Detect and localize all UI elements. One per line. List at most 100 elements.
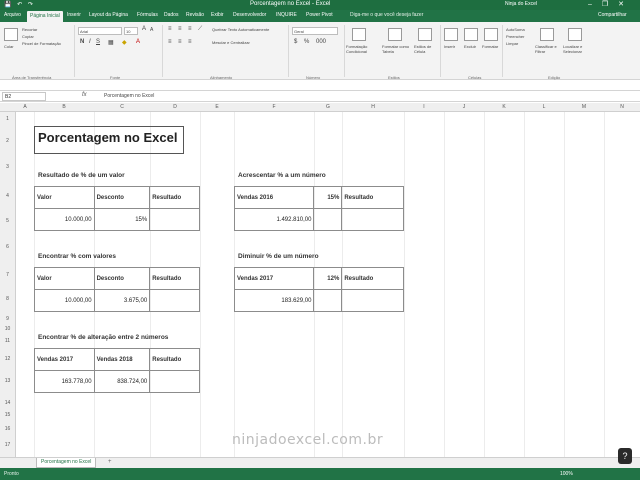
row-header[interactable]: 17	[0, 442, 15, 448]
tab-exibir[interactable]: Exibir	[211, 12, 224, 18]
align-right-icon[interactable]: ≡	[188, 39, 192, 45]
tab-dados[interactable]: Dados	[164, 12, 178, 18]
header-cell[interactable]: 15%	[313, 186, 343, 209]
table-cell[interactable]: 10.000,00	[34, 208, 95, 231]
header-cell[interactable]: Desconto	[93, 186, 151, 209]
table-cell[interactable]: 838.724,00	[93, 370, 151, 393]
currency-icon[interactable]: $	[294, 39, 297, 45]
row-header[interactable]: 2	[0, 138, 15, 144]
shrink-font-icon[interactable]: A	[150, 27, 153, 33]
cell-styles-button[interactable]: Estilos de Célula	[414, 44, 440, 54]
header-cell[interactable]: Vendas 2017	[34, 348, 95, 371]
cut-button[interactable]: Recortar	[22, 27, 37, 32]
table-cell[interactable]: 1.492.810,00	[233, 208, 315, 231]
quick-access-toolbar[interactable]: 💾 ↶ ↷	[4, 1, 35, 8]
tab-formulas[interactable]: Fórmulas	[137, 12, 158, 18]
table-cell[interactable]	[341, 208, 404, 231]
comma-style-icon[interactable]: 000	[316, 39, 326, 45]
column-header[interactable]: N	[604, 104, 640, 110]
row-header[interactable]: 7	[0, 272, 15, 278]
number-format-dropdown[interactable]: Geral	[292, 27, 338, 35]
column-header[interactable]: B	[34, 104, 94, 110]
cell-styles-icon[interactable]	[418, 28, 432, 41]
underline-icon[interactable]: S	[96, 39, 100, 45]
conditional-format-button[interactable]: Formatação Condicional	[346, 44, 380, 54]
table-cell[interactable]: 10.000,00	[34, 289, 95, 312]
paste-label[interactable]: Colar	[4, 44, 14, 49]
column-header[interactable]: F	[234, 104, 314, 110]
find-select-icon[interactable]	[568, 28, 582, 41]
share-button[interactable]: Compartilhar	[598, 12, 627, 18]
fill-button[interactable]: Preencher	[506, 34, 524, 39]
format-table-button[interactable]: Formatar como Tabela	[382, 44, 412, 54]
row-header[interactable]: 1	[0, 116, 15, 122]
paste-icon[interactable]	[4, 28, 18, 41]
header-cell[interactable]: Desconto	[93, 267, 151, 290]
formula-input[interactable]: Porcentagem no Excel	[104, 93, 154, 99]
align-middle-icon[interactable]: ≡	[178, 26, 182, 32]
copy-button[interactable]: Copiar	[22, 34, 34, 39]
align-top-icon[interactable]: ≡	[168, 26, 172, 32]
column-header[interactable]: I	[404, 104, 444, 110]
insert-cells-button[interactable]: Inserir	[444, 44, 455, 49]
column-header[interactable]: H	[342, 104, 404, 110]
row-header[interactable]: 11	[0, 338, 15, 344]
borders-icon[interactable]: ▦	[108, 39, 114, 46]
tab-revisao[interactable]: Revisão	[186, 12, 204, 18]
header-cell[interactable]: Resultado	[149, 186, 200, 209]
font-size-dropdown[interactable]: 10	[124, 27, 138, 35]
row-header[interactable]: 9	[0, 316, 15, 322]
tab-inquire[interactable]: INQUIRE	[276, 12, 297, 18]
orientation-icon[interactable]: ⟋	[198, 26, 202, 33]
row-header[interactable]: 10	[0, 326, 15, 332]
table-cell[interactable]: 15%	[93, 208, 151, 231]
tell-me-search[interactable]: Diga-me o que você deseja fazer	[350, 12, 423, 18]
header-cell[interactable]: Vendas 2017	[233, 267, 315, 290]
table-cell[interactable]	[149, 289, 200, 312]
align-center-icon[interactable]: ≡	[178, 39, 182, 45]
sheet-tab[interactable]: Porcentagem no Excel	[36, 458, 97, 468]
row-header[interactable]: 15	[0, 412, 15, 418]
add-sheet-icon[interactable]: +	[108, 459, 112, 465]
autosum-button[interactable]: AutoSoma	[506, 27, 525, 32]
tab-power-pivot[interactable]: Power Pivot	[306, 12, 333, 18]
tab-desenvolvedor[interactable]: Desenvolvedor	[233, 12, 266, 18]
column-header[interactable]: K	[484, 104, 524, 110]
row-header[interactable]: 4	[0, 193, 15, 199]
delete-cells-icon[interactable]	[464, 28, 478, 41]
tab-inserir[interactable]: Inserir	[67, 12, 81, 18]
column-header[interactable]: L	[524, 104, 564, 110]
column-header[interactable]: C	[94, 104, 150, 110]
window-controls[interactable]: –❐✕	[588, 0, 634, 8]
row-header[interactable]: 16	[0, 426, 15, 432]
format-cells-icon[interactable]	[484, 28, 498, 41]
tab-pagina-inicial[interactable]: Página Inicial	[27, 11, 63, 22]
help-icon[interactable]: ?	[618, 448, 632, 464]
table-cell[interactable]	[149, 208, 200, 231]
format-painter-button[interactable]: Pincel de Formatação	[22, 41, 61, 46]
align-bottom-icon[interactable]: ≡	[188, 26, 192, 32]
sort-filter-icon[interactable]	[540, 28, 554, 41]
table-cell[interactable]: 3.675,00	[93, 289, 151, 312]
row-header[interactable]: 13	[0, 378, 15, 384]
row-header[interactable]: 14	[0, 400, 15, 406]
table-cell[interactable]	[341, 289, 404, 312]
insert-cells-icon[interactable]	[444, 28, 458, 41]
minimize-icon[interactable]: –	[588, 1, 602, 8]
header-cell[interactable]: Resultado	[149, 348, 200, 371]
table-cell[interactable]	[149, 370, 200, 393]
column-header[interactable]: E	[200, 104, 234, 110]
row-header[interactable]: 8	[0, 296, 15, 302]
conditional-format-icon[interactable]	[352, 28, 366, 41]
tab-arquivo[interactable]: Arquivo	[4, 12, 21, 18]
italic-icon[interactable]: I	[89, 39, 91, 45]
table-cell[interactable]: 163.778,00	[34, 370, 95, 393]
fill-color-icon[interactable]: ◆	[122, 39, 127, 46]
table-cell[interactable]: 183.629,00	[233, 289, 315, 312]
header-cell[interactable]: Valor	[34, 267, 95, 290]
row-header[interactable]: 3	[0, 164, 15, 170]
find-select-button[interactable]: Localizar e Selecionar	[563, 44, 591, 54]
row-header[interactable]: 6	[0, 244, 15, 250]
format-table-icon[interactable]	[388, 28, 402, 41]
fx-icon[interactable]: fx	[82, 92, 87, 98]
